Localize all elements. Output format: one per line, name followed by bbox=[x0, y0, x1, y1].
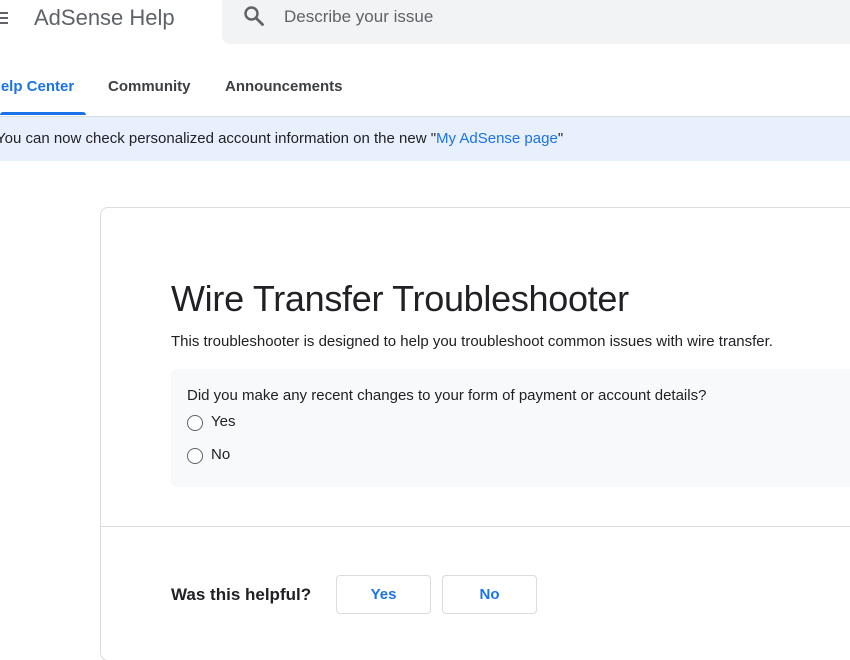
page-description: This troubleshooter is designed to help … bbox=[171, 333, 773, 350]
helpful-label: Was this helpful? bbox=[171, 585, 312, 604]
banner-text-before: You can now check personalized account i… bbox=[0, 130, 437, 147]
search-box[interactable] bbox=[222, 0, 850, 44]
nav-tabs: Help Center Community Announcements bbox=[0, 54, 850, 116]
card-divider bbox=[101, 526, 850, 527]
my-adsense-page-link[interactable]: My AdSense page bbox=[436, 130, 558, 147]
help-page: AdSense Help Help Center Community Annou… bbox=[0, 0, 850, 660]
tab-announcements[interactable]: Announcements bbox=[225, 78, 343, 95]
banner-text-after: " bbox=[557, 130, 564, 147]
tab-help-center[interactable]: Help Center bbox=[0, 78, 74, 95]
helpful-no-button[interactable]: No bbox=[442, 575, 537, 614]
question-text: Did you make any recent changes to your … bbox=[187, 387, 707, 404]
radio-button-yes[interactable] bbox=[187, 415, 203, 431]
app-title[interactable]: AdSense Help bbox=[34, 4, 175, 32]
radio-label-yes[interactable]: Yes bbox=[211, 413, 235, 430]
question-box: Did you make any recent changes to your … bbox=[171, 369, 850, 487]
info-banner: You can now check personalized account i… bbox=[0, 116, 850, 161]
search-input[interactable] bbox=[284, 4, 824, 30]
radio-button-no[interactable] bbox=[187, 448, 203, 464]
tab-community[interactable]: Community bbox=[108, 78, 191, 95]
menu-icon[interactable] bbox=[0, 8, 10, 28]
banner-text: You can now check personalized account i… bbox=[0, 130, 563, 147]
search-icon[interactable] bbox=[242, 4, 266, 28]
header: AdSense Help bbox=[0, 0, 850, 54]
helpful-yes-button[interactable]: Yes bbox=[336, 575, 431, 614]
page-title: Wire Transfer Troubleshooter bbox=[171, 278, 629, 319]
active-tab-indicator bbox=[0, 112, 86, 115]
troubleshooter-card: Wire Transfer Troubleshooter This troubl… bbox=[100, 207, 850, 660]
radio-label-no[interactable]: No bbox=[211, 446, 230, 463]
